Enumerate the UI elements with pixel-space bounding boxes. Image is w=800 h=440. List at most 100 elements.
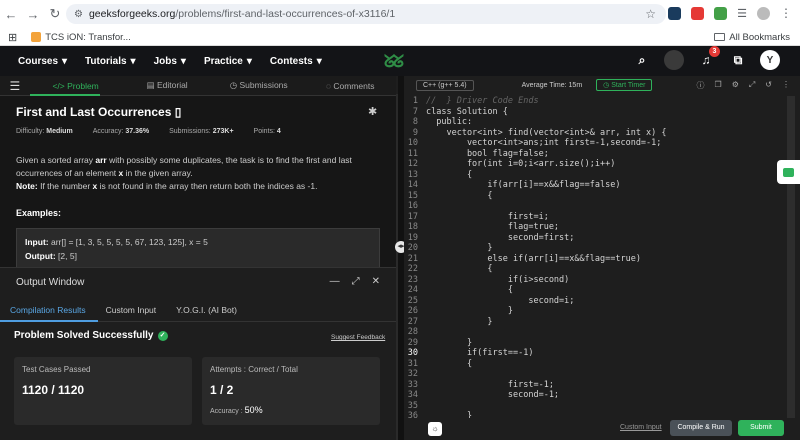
bookmark-icon[interactable]: ▯: [175, 105, 182, 119]
code-text: second=first;: [426, 232, 575, 243]
reset-icon[interactable]: ↺: [765, 80, 772, 91]
tab-custom-input[interactable]: Custom Input: [96, 305, 167, 315]
nav-tutorials[interactable]: Tutorials ▾: [85, 56, 136, 67]
fullscreen-icon[interactable]: ⤢: [749, 80, 755, 91]
code-line[interactable]: 22 {: [404, 264, 784, 275]
code-line[interactable]: 16: [404, 201, 784, 212]
nav-contests[interactable]: Contests ▾: [270, 56, 322, 67]
code-line[interactable]: 27 }: [404, 317, 784, 328]
editor-toolbar: C++ (g++ 5.4) Average Time: 15m ◷ Start …: [404, 76, 800, 94]
settings-icon[interactable]: ⚙: [732, 80, 739, 91]
address-bar[interactable]: ⚙ geeksforgeeks.org/problems/first-and-l…: [66, 4, 666, 24]
tab-yogi-ai-bot[interactable]: Y.O.G.I. (AI Bot): [166, 305, 247, 315]
code-line[interactable]: 14 if(arr[i]==x&&flag==false): [404, 180, 784, 191]
code-line[interactable]: 12 for(int i=0;i<arr.size();i++): [404, 159, 784, 170]
extensions-puzzle-icon[interactable]: ☰: [737, 7, 747, 20]
code-text: {: [426, 190, 493, 201]
code-line[interactable]: 17 first=i;: [404, 212, 784, 223]
code-area[interactable]: 1// } Driver Code Ends 7 class Solution {8…: [404, 96, 784, 422]
site-info-icon[interactable]: ⚙: [74, 9, 83, 20]
code-line[interactable]: 25 second=i;: [404, 296, 784, 307]
tab-problem[interactable]: </> Problem: [30, 81, 122, 91]
code-line[interactable]: 18 flag=true;: [404, 222, 784, 233]
bookmark-item[interactable]: TCS iON: Transfor...: [31, 32, 131, 43]
profile-icon[interactable]: [757, 6, 770, 20]
code-line[interactable]: 32: [404, 369, 784, 380]
code-line[interactable]: 7 class Solution {: [404, 107, 784, 118]
code-line[interactable]: 30 if(first==-1): [404, 348, 784, 359]
code-line[interactable]: 35: [404, 401, 784, 412]
expand-icon[interactable]: ⤢: [352, 276, 360, 287]
reload-icon[interactable]: ↻: [44, 6, 66, 22]
code-text: if(i>second): [426, 274, 570, 285]
code-line[interactable]: 33 first=-1;: [404, 380, 784, 391]
editor-scrollbar[interactable]: [787, 96, 795, 418]
submit-button[interactable]: Submit: [738, 420, 784, 436]
code-line[interactable]: 20 }: [404, 243, 784, 254]
code-line[interactable]: 15 {: [404, 191, 784, 202]
kebab-menu-icon[interactable]: ⋮: [780, 6, 792, 20]
minimize-icon[interactable]: —: [330, 276, 340, 287]
page-title: First and Last Occurrences ▯: [16, 105, 182, 119]
code-line[interactable]: 8 public:: [404, 117, 784, 128]
extension-icon[interactable]: [668, 6, 682, 20]
translate-icon[interactable]: ⧉: [728, 50, 748, 70]
forward-arrow-icon[interactable]: →: [22, 7, 44, 22]
code-line[interactable]: 34 second=-1;: [404, 390, 784, 401]
code-line[interactable]: 29 }: [404, 338, 784, 349]
gfg-logo[interactable]: ᘜᘜ: [384, 52, 404, 72]
nav-courses[interactable]: Courses ▾: [18, 56, 67, 67]
back-arrow-icon[interactable]: ←: [0, 7, 22, 22]
tab-submissions[interactable]: ◷ Submissions: [213, 80, 305, 91]
line-number: 7: [412, 106, 418, 117]
all-bookmarks[interactable]: All Bookmarks: [714, 32, 790, 43]
more-icon[interactable]: ⋮: [782, 80, 790, 91]
custom-input-link[interactable]: Custom Input: [620, 424, 662, 431]
info-icon[interactable]: ⓘ: [697, 80, 705, 91]
language-select[interactable]: C++ (g++ 5.4): [416, 79, 474, 91]
compile-run-button[interactable]: Compile & Run: [670, 420, 732, 436]
code-line[interactable]: 26 }: [404, 306, 784, 317]
line-number: 34: [407, 390, 418, 400]
start-timer-button[interactable]: ◷ Start Timer: [596, 79, 653, 91]
lightbulb-icon[interactable]: ☼: [428, 422, 442, 436]
code-text: {: [426, 169, 473, 180]
code-line[interactable]: 9 vector<int> find(vector<int>& arr, int…: [404, 128, 784, 139]
copy-icon[interactable]: ❐: [715, 80, 722, 91]
line-number: 20: [407, 243, 418, 253]
chat-icon[interactable]: [777, 160, 800, 184]
tab-comments[interactable]: ◌ Comments: [304, 81, 396, 91]
extension-icon[interactable]: [714, 6, 728, 20]
code-line[interactable]: 10 vector<int>ans;int first=-1,second=-1…: [404, 138, 784, 149]
extension-icon[interactable]: [691, 6, 705, 20]
notification-bell-icon[interactable]: ♫ 3: [696, 46, 720, 70]
code-line[interactable]: 23 if(i>second): [404, 275, 784, 286]
close-icon[interactable]: ✕: [372, 276, 380, 287]
line-number: 9: [412, 127, 418, 138]
code-line[interactable]: 1 // } Driver Code Ends: [404, 96, 784, 107]
tab-compilation-results[interactable]: Compilation Results: [0, 305, 96, 315]
code-line[interactable]: 31 {: [404, 359, 784, 370]
code-line[interactable]: 21 else if(arr[i]==x&&flag==true): [404, 254, 784, 265]
line-number: 30: [407, 348, 418, 358]
test-cases-value: 1120 / 1120: [22, 383, 85, 397]
code-line[interactable]: 13 {: [404, 170, 784, 181]
code-line[interactable]: 28: [404, 327, 784, 338]
line-number: 23: [407, 274, 418, 285]
search-icon[interactable]: ⌕: [632, 50, 652, 70]
code-line[interactable]: 24 {: [404, 285, 784, 296]
bookmark-star-icon[interactable]: ☆: [645, 7, 656, 21]
code-text: first=i;: [426, 211, 549, 222]
avatar[interactable]: Y: [760, 50, 780, 70]
code-line[interactable]: 19 second=first;: [404, 233, 784, 244]
nav-practice[interactable]: Practice ▾: [204, 56, 252, 67]
theme-toggle-icon[interactable]: [664, 50, 684, 70]
suggest-feedback-link[interactable]: Suggest Feedback: [331, 334, 385, 341]
tab-editorial[interactable]: ▤ Editorial: [121, 80, 213, 91]
hamburger-menu-icon[interactable]: ☰: [0, 79, 30, 93]
nav-jobs[interactable]: Jobs ▾: [154, 56, 186, 67]
report-bug-icon[interactable]: ✱: [368, 105, 377, 118]
code-line[interactable]: 11 bool flag=false;: [404, 149, 784, 160]
apps-grid-icon[interactable]: ⊞: [8, 31, 17, 44]
line-number: 27: [407, 316, 418, 327]
